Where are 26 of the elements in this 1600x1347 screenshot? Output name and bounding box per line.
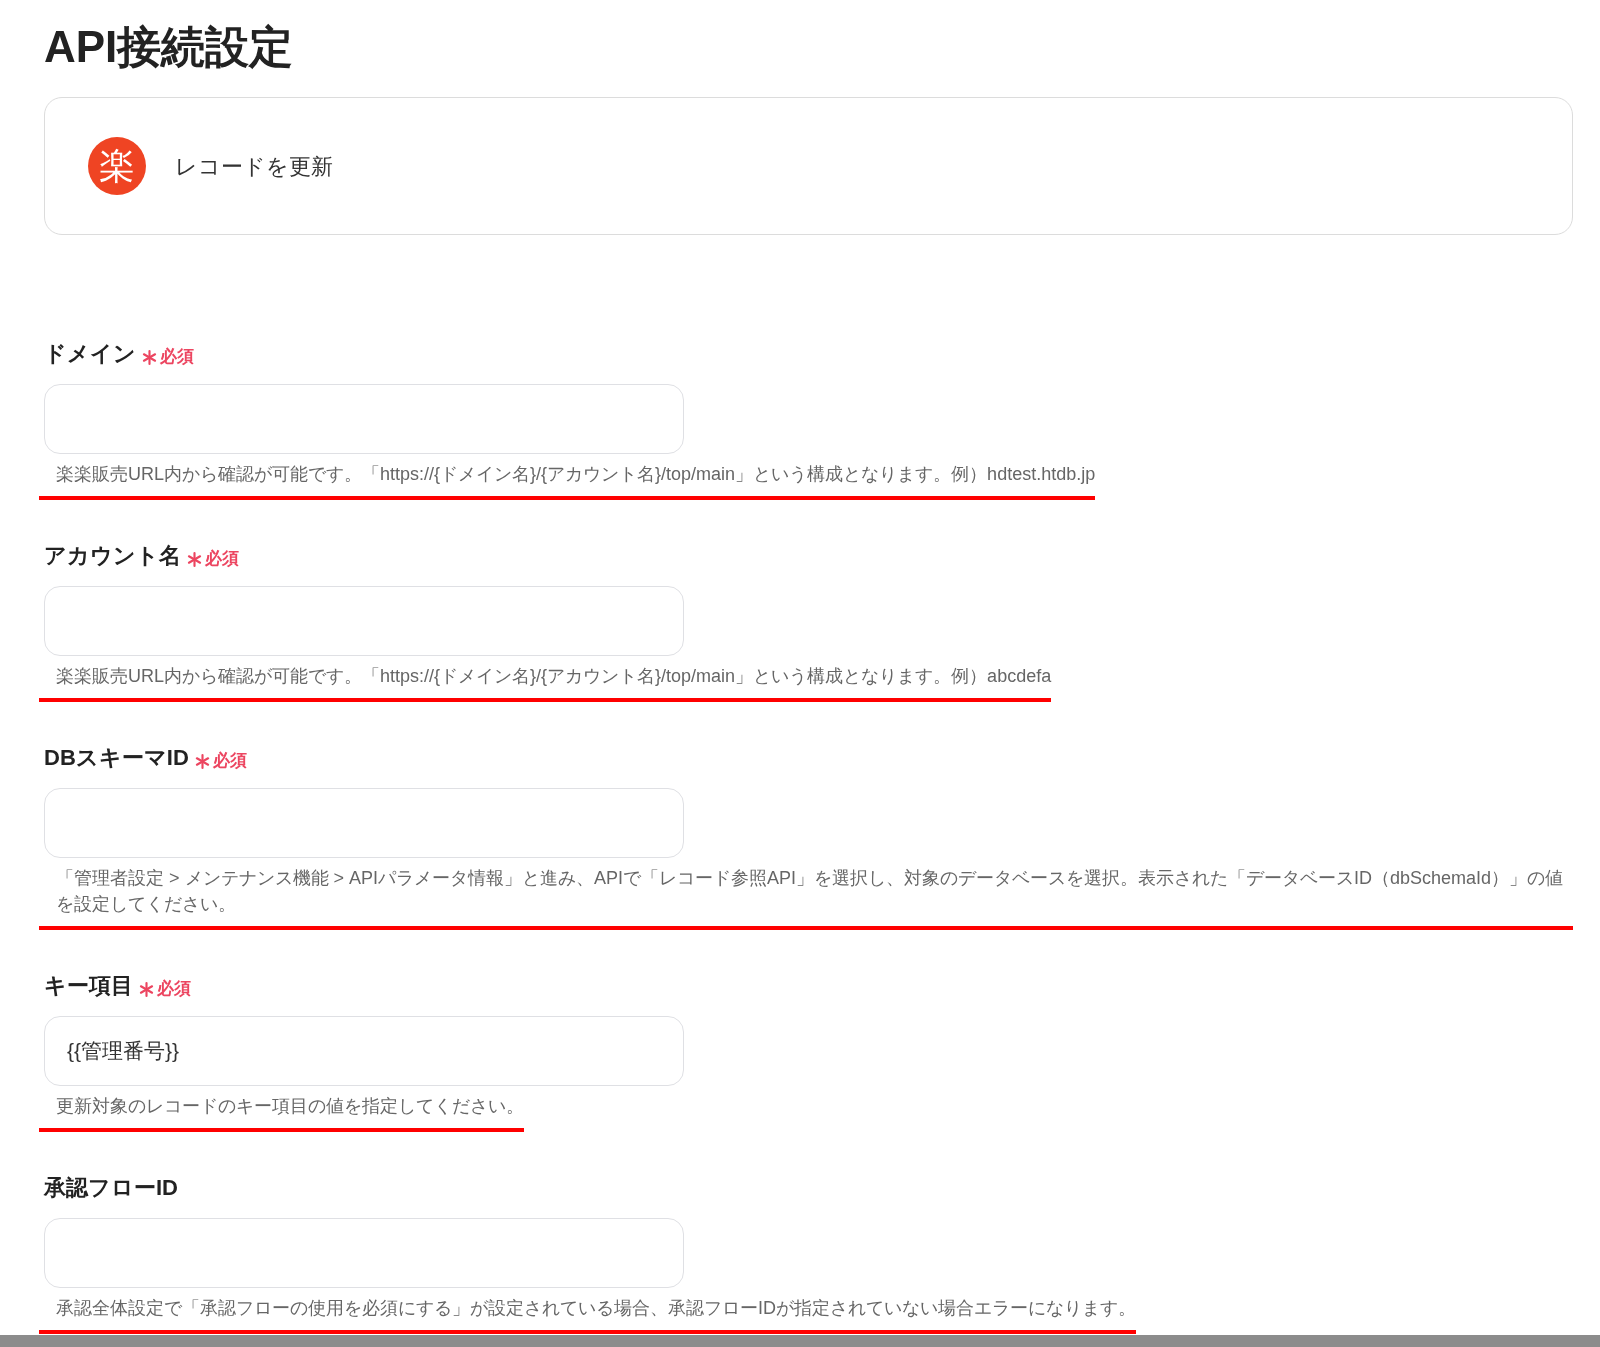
action-name: レコードを更新 (175, 152, 333, 181)
field-label: DBスキーマID (44, 744, 189, 772)
input-field[interactable] (44, 788, 684, 858)
field-hint: 更新対象のレコードのキー項目の値を指定してください。 (55, 1095, 524, 1118)
input-field[interactable] (44, 384, 684, 454)
field-label: キー項目 (44, 972, 133, 1000)
field-hint: 楽楽販売URL内から確認が可能です。「https://{ドメイン名}/{アカウント名}/top/main」という構成となります。例）abcdefa (55, 665, 1052, 688)
field-hint: 承認全体設定で「承認フローの使用を必須にする」が設定されている場合、承認フローIDが指定されていない場合エラーになります。 (55, 1297, 1136, 1320)
required-label: 必須 (205, 547, 239, 570)
input-field[interactable]: {{管理番号}} (44, 1016, 684, 1086)
field-hint: 楽楽販売URL内から確認が可能です。「https://{ドメイン名}/{アカウント名}/top/main」という構成となります。例）hdtest.htdb.jp (55, 463, 1096, 486)
field-label: ドメイン (44, 340, 136, 368)
field-label: アカウント名 (44, 542, 181, 570)
asterisk-icon (142, 350, 157, 365)
required-label: 必須 (160, 345, 194, 368)
required-label: 必須 (212, 749, 247, 772)
page-title: API接続設定 (44, 21, 294, 73)
asterisk-icon (139, 982, 154, 997)
field-hint: 「管理者設定 > メンテナンス機能 > APIパラメータ情報」と進み、APIで「レコード参照API」を選択し、対象のデータベースを選択。表示された「データベースID（dbSchemaId）」の値を設定してください。 (55, 867, 1565, 916)
asterisk-icon (194, 754, 210, 769)
app-logo: 楽 (88, 137, 146, 195)
input-field[interactable] (44, 586, 684, 656)
asterisk-icon (187, 552, 202, 567)
input-field[interactable] (44, 1218, 684, 1288)
field-label: 承認フローID (44, 1174, 178, 1202)
required-label: 必須 (157, 977, 191, 1000)
